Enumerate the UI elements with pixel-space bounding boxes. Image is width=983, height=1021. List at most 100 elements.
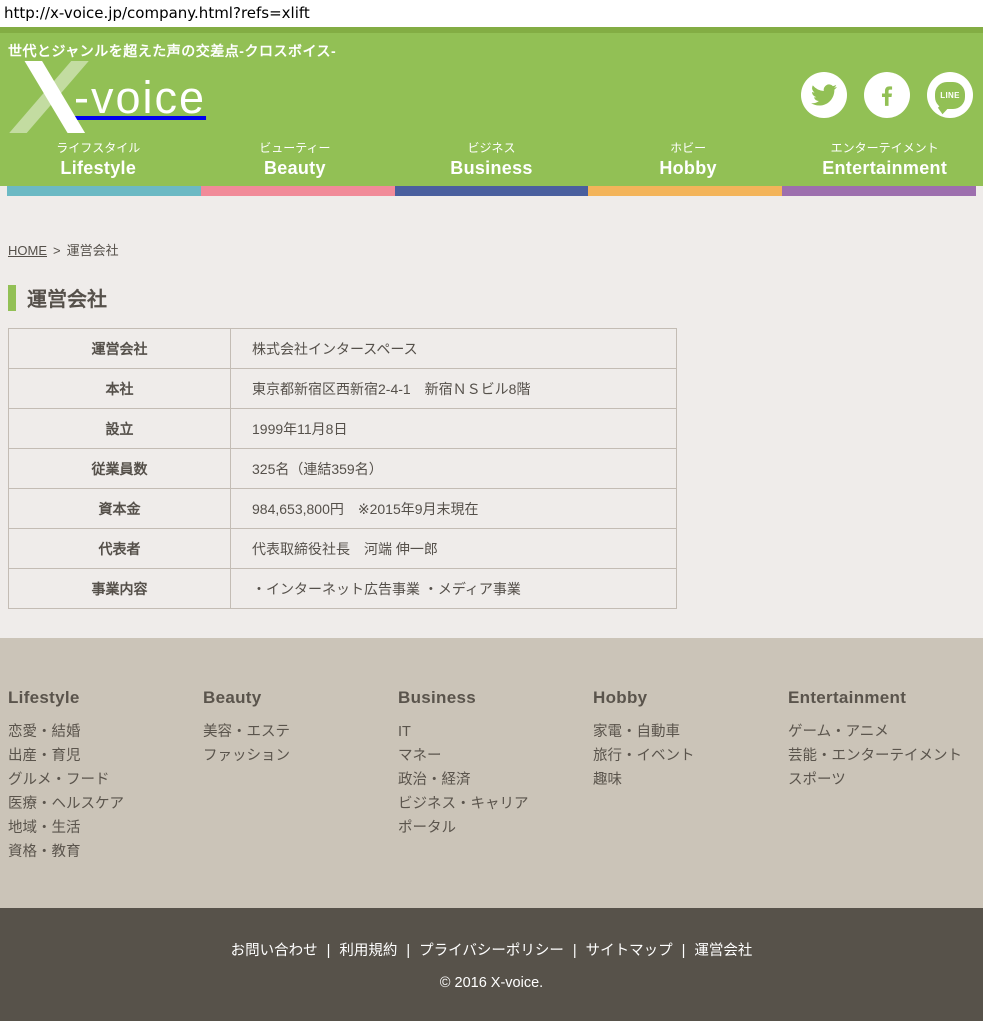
nav-label-en: Beauty	[197, 158, 394, 179]
facebook-f-glyph	[874, 82, 900, 108]
bottom-link[interactable]: 運営会社	[694, 943, 752, 959]
bottom-link[interactable]: 利用規約	[339, 943, 397, 959]
footer-link[interactable]: 医療・ヘルスケア	[8, 792, 203, 816]
company-info-table: 運営会社株式会社インタースペース本社東京都新宿区西新宿2-4-1 新宿ＮＳビル8…	[8, 328, 677, 609]
footer-columns: Lifestyle 恋愛・結婚出産・育児グルメ・フード医療・ヘルスケア地域・生活資…	[0, 638, 983, 864]
footer-link[interactable]: 恋愛・結婚	[8, 720, 203, 744]
page-title: 運営会社	[27, 283, 107, 312]
footer-col-hobby: Hobby 家電・自動車旅行・イベント趣味	[593, 638, 788, 864]
twitter-bird-glyph	[811, 82, 837, 108]
breadcrumb-home-link[interactable]: HOME	[8, 243, 47, 258]
footer-link[interactable]: ファッション	[203, 744, 398, 768]
row-value: 984,653,800円 ※2015年9月末現在	[231, 489, 677, 529]
row-label: 本社	[9, 369, 231, 409]
color-bar-entertainment	[782, 186, 976, 196]
footer-link[interactable]: IT	[398, 720, 593, 744]
footer-link[interactable]: グルメ・フード	[8, 768, 203, 792]
bottom-link[interactable]: サイトマップ	[586, 943, 673, 959]
footer-col-business: Business ITマネー政治・経済ビジネス・キャリアポータル	[398, 638, 593, 864]
footer-link[interactable]: 出産・育児	[8, 744, 203, 768]
footer-link[interactable]: 趣味	[593, 768, 788, 792]
bottom-bar: お問い合わせ | 利用規約 | プライバシーポリシー | サイトマップ | 運営会社 © 201…	[0, 908, 983, 1021]
nav-item-beauty[interactable]: ビューティー Beauty	[197, 139, 394, 186]
nav-label-jp: ホビー	[590, 139, 787, 156]
footer-col-title: Beauty	[203, 688, 398, 708]
footer-link[interactable]: ゲーム・アニメ	[788, 720, 983, 744]
footer-col-title: Business	[398, 688, 593, 708]
line-bubble-glyph: LINE	[935, 82, 965, 109]
row-value: 東京都新宿区西新宿2-4-1 新宿ＮＳビル8階	[231, 369, 677, 409]
row-value: ・インターネット広告事業 ・メディア事業	[231, 569, 677, 609]
category-strip-wrap	[0, 186, 983, 196]
row-value: 325名（連結359名）	[231, 449, 677, 489]
nav-item-business[interactable]: ビジネスBusiness	[393, 139, 590, 186]
footer-link[interactable]: 資格・教育	[8, 840, 203, 864]
footer-link[interactable]: 家電・自動車	[593, 720, 788, 744]
footer-col-entertainment: Entertainment ゲーム・アニメ芸能・エンターテイメントスポーツ	[788, 638, 983, 864]
bottom-links: お問い合わせ | 利用規約 | プライバシーポリシー | サイトマップ | 運営会社	[0, 908, 983, 960]
footer-col-lifestyle: Lifestyle 恋愛・結婚出産・育児グルメ・フード医療・ヘルスケア地域・生活資…	[8, 638, 203, 864]
twitter-icon[interactable]	[801, 72, 847, 118]
line-icon[interactable]: LINE	[927, 72, 973, 118]
logo-x-glyph	[2, 61, 94, 133]
footer-link[interactable]: スポーツ	[788, 768, 983, 792]
sitemap-footer: Lifestyle 恋愛・結婚出産・育児グルメ・フード医療・ヘルスケア地域・生活資…	[0, 638, 983, 908]
table-row: 本社東京都新宿区西新宿2-4-1 新宿ＮＳビル8階	[9, 369, 677, 409]
bottom-link[interactable]: プライバシーポリシー	[419, 943, 564, 959]
category-color-strip	[7, 186, 976, 196]
table-row: 従業員数325名（連結359名）	[9, 449, 677, 489]
nav-item-entertainment[interactable]: エンターテイメントEntertainment	[786, 139, 983, 186]
facebook-icon[interactable]	[864, 72, 910, 118]
row-value: 1999年11月8日	[231, 409, 677, 449]
tagline: 世代とジャンルを超えた声の交差点-クロスボイス-	[0, 33, 983, 61]
color-bar-lifestyle	[7, 186, 201, 196]
footer-col-title: Hobby	[593, 688, 788, 708]
nav-item-hobby[interactable]: ホビーHobby	[590, 139, 787, 186]
copyright: © 2016 X-voice.	[0, 975, 983, 991]
row-value: 株式会社インタースペース	[231, 329, 677, 369]
site-header: 世代とジャンルを超えた声の交差点-クロスボイス- -voice LINE ライフ…	[0, 33, 983, 186]
footer-link[interactable]: 芸能・エンターテイメント	[788, 744, 983, 768]
footer-link[interactable]: 美容・エステ	[203, 720, 398, 744]
breadcrumb: HOME > 運営会社	[0, 196, 983, 259]
footer-col-title: Entertainment	[788, 688, 983, 708]
table-row: 資本金984,653,800円 ※2015年9月末現在	[9, 489, 677, 529]
footer-link[interactable]: 旅行・イベント	[593, 744, 788, 768]
nav-label-jp: ライフスタイル	[0, 139, 197, 156]
row-label: 従業員数	[9, 449, 231, 489]
footer-link[interactable]: ビジネス・キャリア	[398, 792, 593, 816]
link-separator: |	[682, 943, 686, 959]
color-bar-hobby	[588, 186, 782, 196]
nav-label-jp: ビジネス	[393, 139, 590, 156]
row-label: 事業内容	[9, 569, 231, 609]
page-title-row: 運営会社	[8, 283, 983, 312]
nav-item-lifestyle[interactable]: ライフスタイルLifestyle	[0, 139, 197, 186]
main-nav: ライフスタイルLifestyleビューティー BeautyビジネスBusiness…	[0, 139, 983, 186]
footer-link[interactable]: 政治・経済	[398, 768, 593, 792]
link-separator: |	[406, 943, 410, 959]
footer-link[interactable]: ポータル	[398, 816, 593, 840]
site-logo[interactable]: -voice	[6, 61, 206, 133]
row-label: 運営会社	[9, 329, 231, 369]
company-table-body: 運営会社株式会社インタースペース本社東京都新宿区西新宿2-4-1 新宿ＮＳビル8…	[9, 329, 677, 609]
table-row: 事業内容・インターネット広告事業 ・メディア事業	[9, 569, 677, 609]
table-row: 運営会社株式会社インタースペース	[9, 329, 677, 369]
breadcrumb-current: 運営会社	[67, 243, 119, 258]
color-bar-beauty	[201, 186, 395, 196]
footer-link[interactable]: 地域・生活	[8, 816, 203, 840]
row-label: 代表者	[9, 529, 231, 569]
bottom-link[interactable]: お問い合わせ	[231, 943, 318, 959]
footer-link[interactable]: マネー	[398, 744, 593, 768]
link-separator: |	[327, 943, 331, 959]
link-separator: |	[573, 943, 577, 959]
breadcrumb-separator: >	[53, 243, 61, 258]
footer-col-title: Lifestyle	[8, 688, 203, 708]
social-icons: LINE	[801, 72, 973, 118]
table-row: 代表者代表取締役社長 河端 伸一郎	[9, 529, 677, 569]
footer-col-beauty: Beauty 美容・エステファッション	[203, 638, 398, 864]
nav-label-jp: ビューティー	[197, 139, 394, 156]
nav-label-en: Entertainment	[786, 158, 983, 179]
color-bar-business	[395, 186, 589, 196]
row-value: 代表取締役社長 河端 伸一郎	[231, 529, 677, 569]
logo-text: -voice	[74, 72, 206, 124]
